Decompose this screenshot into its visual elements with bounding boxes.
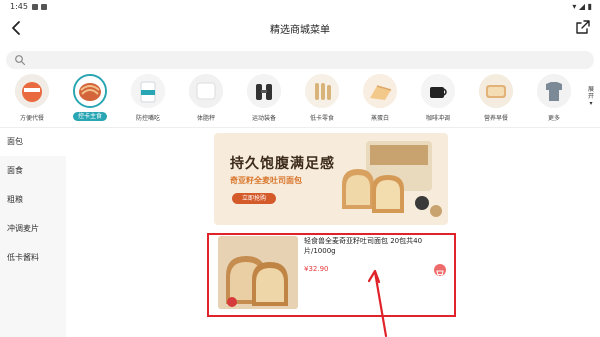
search-input[interactable] (30, 53, 580, 67)
banner-bread-image (342, 141, 442, 217)
share-button[interactable] (575, 19, 591, 35)
sidebar-item-noodles[interactable]: 面食 (0, 157, 66, 185)
category-nutrition-breakfast[interactable]: 营养早餐 (468, 74, 524, 126)
category-label: 咖啡冲调 (425, 115, 450, 122)
category-sports-gear[interactable]: 运动装备 (236, 74, 292, 126)
category-label: 更多 (547, 115, 560, 122)
notification-icons (32, 3, 50, 12)
search-bar[interactable] (6, 51, 594, 69)
promo-banner[interactable]: 持久饱腹满足感 奇亚籽全麦吐司面包 立即抢购 (214, 133, 448, 225)
category-convenience-meal[interactable]: 方便代餐 (4, 74, 60, 126)
category-low-carb-staple[interactable]: 控卡主食 (62, 74, 118, 126)
product-image (218, 236, 298, 309)
category-label: 防控嘴吃 (135, 115, 160, 122)
category-image (305, 74, 339, 108)
sidebar-item-bread[interactable]: 面包 (0, 128, 66, 156)
category-image (189, 74, 223, 108)
status-time: 1:45 (10, 2, 28, 11)
category-label: 运动装备 (251, 115, 276, 122)
category-label: 蒸蛋白 (370, 115, 389, 122)
category-coffee[interactable]: 咖啡冲调 (410, 74, 466, 126)
search-icon (15, 55, 26, 66)
category-label: 体脂秤 (196, 115, 215, 122)
category-label: 控卡主食 (73, 112, 107, 121)
product-name: 轻食兽全麦奇亚籽吐司面包 20包共40片/1000g (304, 237, 423, 255)
cart-icon (436, 270, 444, 277)
expand-categories-button[interactable]: 展开 ▾ (586, 86, 596, 114)
sidebar-item-cereal[interactable]: 冲调麦片 (0, 215, 66, 243)
status-bar: 1:45 ▾ ◢ ▮ (0, 0, 600, 14)
system-icons: ▾ ◢ ▮ (572, 2, 592, 11)
page-title: 精选商城菜单 (270, 25, 330, 36)
category-image (73, 74, 107, 108)
buy-now-button[interactable]: 立即抢购 (232, 193, 276, 204)
product-card[interactable]: 轻食兽全麦奇亚籽吐司面包 20包共40片/1000g ¥32.90 (214, 233, 448, 313)
category-bar: 方便代餐 控卡主食 防控嘴吃 体脂秤 运动装备 低卡零食 蒸蛋白 咖啡冲调 营养… (0, 74, 600, 126)
category-label: 营养早餐 (483, 115, 508, 122)
category-image (131, 74, 165, 108)
subcategory-sidebar: 面包 面食 粗粮 冲调麦片 低卡酱料 (0, 128, 66, 337)
sidebar-item-low-cal-sauce[interactable]: 低卡酱料 (0, 244, 66, 272)
category-body-fat-scale[interactable]: 体脂秤 (178, 74, 234, 126)
banner-title: 持久饱腹满足感 (230, 156, 335, 172)
banner-subtitle: 奇亚籽全麦吐司面包 (230, 176, 302, 185)
expand-label: 展开 (587, 86, 594, 100)
category-image (421, 74, 455, 108)
category-image (363, 74, 397, 108)
category-image (479, 74, 513, 108)
category-image (537, 74, 571, 108)
divider (0, 127, 600, 128)
category-snack-control[interactable]: 防控嘴吃 (120, 74, 176, 126)
category-low-cal-snack[interactable]: 低卡零食 (294, 74, 350, 126)
annotation-arrow (367, 269, 388, 337)
product-price: ¥32.90 (304, 265, 329, 273)
category-image (247, 74, 281, 108)
category-label: 低卡零食 (309, 115, 334, 122)
add-to-cart-button[interactable] (434, 264, 446, 277)
category-image (15, 74, 49, 108)
category-egg-protein[interactable]: 蒸蛋白 (352, 74, 408, 126)
category-label: 方便代餐 (19, 115, 44, 122)
category-more[interactable]: 更多 (526, 74, 582, 126)
app-header: 精选商城菜单 (0, 14, 600, 42)
sidebar-item-coarse-grains[interactable]: 粗粮 (0, 186, 66, 214)
share-icon (576, 20, 590, 34)
